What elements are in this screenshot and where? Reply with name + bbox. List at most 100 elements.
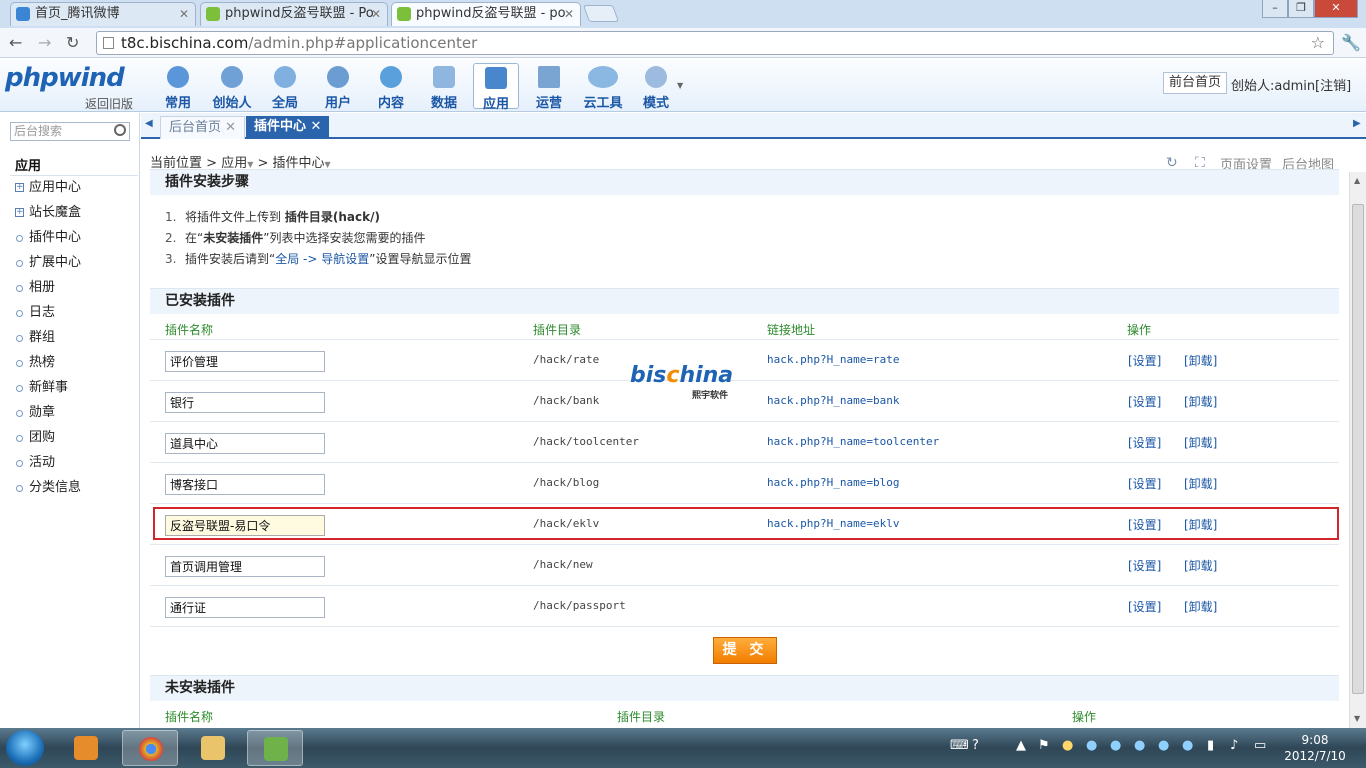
plugin-uninstall-link[interactable]: [卸载] xyxy=(1184,475,1217,492)
tab-admin-home[interactable]: 后台首页 ✕ xyxy=(160,116,246,139)
reload-icon[interactable]: ↻ xyxy=(66,33,79,52)
plugin-name-input[interactable]: 首页调用管理 xyxy=(165,556,325,577)
browser-tab-phpwind-active[interactable]: phpwind反盗号联盟 - po ✕ xyxy=(391,2,581,26)
nav-cloud-tools[interactable]: 云工具 xyxy=(580,63,626,111)
mode-dropdown-icon[interactable]: ▼ xyxy=(677,81,683,90)
sidebar-item-group-buy[interactable]: 团购 xyxy=(15,428,55,448)
plugin-name-input[interactable]: 道具中心 xyxy=(165,433,325,454)
nav-users[interactable]: 用户 xyxy=(315,63,361,111)
plugin-uninstall-link[interactable]: [卸载] xyxy=(1184,393,1217,410)
sidebar-item-extension-center[interactable]: 扩展中心 xyxy=(15,253,81,273)
help-icon[interactable]: ? xyxy=(972,738,979,753)
plugin-settings-link[interactable]: [设置] xyxy=(1128,516,1161,533)
back-arrow-icon[interactable]: ← xyxy=(9,33,22,52)
system-clock[interactable]: 9:08 2012/7/10 xyxy=(1280,732,1350,764)
new-tab-button[interactable] xyxy=(582,5,620,22)
minimize-icon[interactable]: – xyxy=(1262,0,1288,18)
plugin-settings-link[interactable]: [设置] xyxy=(1128,557,1161,574)
qq-icon[interactable]: ● xyxy=(1182,738,1193,753)
nav-founder[interactable]: 创始人 xyxy=(208,63,256,111)
start-button[interactable] xyxy=(6,730,44,766)
sidebar-item-news-feed[interactable]: 新鲜事 xyxy=(15,378,68,398)
address-bar[interactable]: t8c.bischina.com/admin.php#applicationce… xyxy=(96,31,1334,55)
plugin-uninstall-link[interactable]: [卸载] xyxy=(1184,598,1217,615)
sidebar-item-medals[interactable]: 勋章 xyxy=(15,403,55,423)
flag-icon[interactable]: ⚑ xyxy=(1038,738,1050,753)
nav-apps[interactable]: 应用 xyxy=(473,63,519,112)
close-tab-icon[interactable]: ✕ xyxy=(179,3,189,25)
power-icon[interactable]: ▭ xyxy=(1254,738,1266,753)
forward-arrow-icon[interactable]: → xyxy=(38,33,51,52)
chevron-down-icon[interactable]: ▼ xyxy=(325,160,331,169)
tab-scroll-right-icon[interactable]: ▶ xyxy=(1353,118,1361,129)
qq-icon[interactable]: ● xyxy=(1134,738,1145,753)
nav-common[interactable]: 常用 xyxy=(155,63,201,111)
plugin-name-input-focused[interactable]: 反盗号联盟-易口令 xyxy=(165,515,325,536)
global-nav-settings-link[interactable]: 全局 -> 导航设置 xyxy=(275,252,369,266)
plugin-uninstall-link[interactable]: [卸载] xyxy=(1184,516,1217,533)
plugin-name-input[interactable]: 银行 xyxy=(165,392,325,413)
plugin-link[interactable]: hack.php?H_name=blog xyxy=(767,476,899,489)
close-icon[interactable]: ✕ xyxy=(311,119,322,134)
sidebar-item-magic-box[interactable]: + 站长魔盒 xyxy=(15,203,81,223)
back-to-old-version-link[interactable]: 返回旧版 xyxy=(85,95,133,112)
taskbar-media-player[interactable] xyxy=(58,730,114,766)
volume-icon[interactable]: ♪ xyxy=(1230,738,1238,753)
logout-link[interactable]: [注销] xyxy=(1315,75,1351,94)
plugin-uninstall-link[interactable]: [卸载] xyxy=(1184,434,1217,451)
show-hidden-icons-icon[interactable]: ▲ xyxy=(1016,738,1026,753)
expand-icon[interactable]: + xyxy=(15,208,24,217)
keyboard-icon[interactable]: ⌨ xyxy=(950,738,969,753)
bookmark-star-icon[interactable]: ☆ xyxy=(1311,32,1325,54)
plugin-name-input[interactable]: 评价管理 xyxy=(165,351,325,372)
network-icon[interactable]: ▮ xyxy=(1207,738,1214,753)
sidebar-item-album[interactable]: 相册 xyxy=(15,278,55,298)
search-icon[interactable] xyxy=(114,124,126,136)
tab-scroll-left-icon[interactable]: ◀ xyxy=(145,118,153,129)
scrollbar-thumb[interactable] xyxy=(1352,204,1364,694)
expand-icon[interactable]: + xyxy=(15,183,24,192)
wrench-menu-icon[interactable]: 🔧 xyxy=(1341,33,1361,52)
close-tab-icon[interactable]: ✕ xyxy=(371,3,381,25)
plugin-link[interactable]: hack.php?H_name=eklv xyxy=(767,517,899,530)
scroll-down-icon[interactable]: ▼ xyxy=(1354,714,1360,723)
nav-mode[interactable]: 模式 xyxy=(633,63,679,111)
plugin-settings-link[interactable]: [设置] xyxy=(1128,352,1161,369)
close-icon[interactable]: ✕ xyxy=(225,120,236,135)
submit-button[interactable]: 提 交 xyxy=(713,637,777,664)
vertical-scrollbar[interactable]: ▲ ▼ xyxy=(1349,172,1366,728)
nav-data[interactable]: 数据 xyxy=(421,63,467,111)
plugin-settings-link[interactable]: [设置] xyxy=(1128,598,1161,615)
plugin-settings-link[interactable]: [设置] xyxy=(1128,434,1161,451)
plugin-link[interactable]: hack.php?H_name=bank xyxy=(767,394,899,407)
browser-tab-tencent-weibo[interactable]: 首页_腾讯微博 ✕ xyxy=(10,2,196,26)
maximize-icon[interactable]: ❐ xyxy=(1288,0,1314,18)
plugin-name-input[interactable]: 博客接口 xyxy=(165,474,325,495)
tab-plugin-center[interactable]: 插件中心 ✕ xyxy=(246,116,330,139)
qq-icon[interactable]: ● xyxy=(1086,738,1097,753)
close-tab-icon[interactable]: ✕ xyxy=(564,3,574,25)
qq-icon[interactable]: ● xyxy=(1110,738,1121,753)
plugin-settings-link[interactable]: [设置] xyxy=(1128,393,1161,410)
sidebar-item-groups[interactable]: 群组 xyxy=(15,328,55,348)
nav-operations[interactable]: 运营 xyxy=(526,63,572,111)
taskbar-chrome[interactable] xyxy=(122,730,178,766)
plugin-uninstall-link[interactable]: [卸载] xyxy=(1184,352,1217,369)
sidebar-item-diary[interactable]: 日志 xyxy=(15,303,55,323)
plugin-settings-link[interactable]: [设置] xyxy=(1128,475,1161,492)
nav-content[interactable]: 内容 xyxy=(368,63,414,111)
plugin-uninstall-link[interactable]: [卸载] xyxy=(1184,557,1217,574)
chevron-down-icon[interactable]: ▼ xyxy=(247,160,253,169)
sidebar-item-activities[interactable]: 活动 xyxy=(15,453,55,473)
browser-tab-phpwind-1[interactable]: phpwind反盗号联盟 - Po ✕ xyxy=(200,2,388,26)
sidebar-item-plugin-center[interactable]: 插件中心 xyxy=(15,228,81,248)
plugin-link[interactable]: hack.php?H_name=rate xyxy=(767,353,899,366)
nav-global[interactable]: 全局 xyxy=(262,63,308,111)
scroll-up-icon[interactable]: ▲ xyxy=(1354,176,1360,185)
sidebar-item-classifieds[interactable]: 分类信息 xyxy=(15,478,81,498)
qq-icon[interactable]: ● xyxy=(1062,738,1073,753)
qq-icon[interactable]: ● xyxy=(1158,738,1169,753)
front-home-button[interactable]: 前台首页 xyxy=(1163,72,1228,94)
plugin-link[interactable]: hack.php?H_name=toolcenter xyxy=(767,435,939,448)
sidebar-search-input[interactable]: 后台搜索 xyxy=(10,122,130,141)
